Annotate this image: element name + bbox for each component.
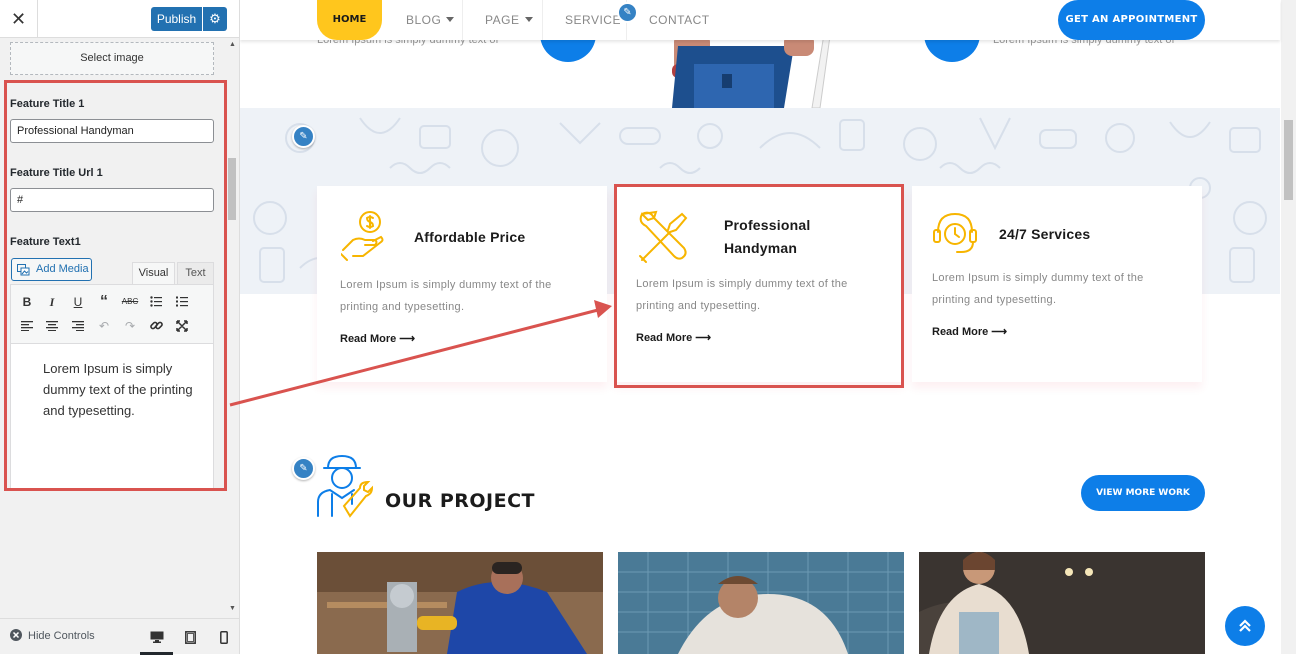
plumber-photo-image bbox=[317, 552, 603, 654]
scroll-up-arrow-icon[interactable]: ▲ bbox=[226, 38, 239, 52]
select-image-button[interactable]: Select image bbox=[10, 42, 214, 75]
edit-shortcut-pencil-icon[interactable]: ✎ bbox=[292, 457, 315, 480]
scroll-to-top-button[interactable] bbox=[1225, 606, 1265, 646]
hide-controls-button[interactable]: Hide Controls bbox=[10, 629, 95, 642]
double-chevron-up-icon bbox=[1239, 619, 1251, 632]
section-title: OUR PROJECT bbox=[385, 490, 535, 512]
customizer-header: ✕ Publish ⚙ bbox=[0, 0, 239, 38]
edit-shortcut-pencil-icon[interactable]: ✎ bbox=[617, 2, 638, 23]
publish-button[interactable]: Publish bbox=[151, 7, 202, 31]
site-header: HOME BLOG PAGE SERVICE CONTACT GET AN AP… bbox=[240, 0, 1280, 40]
feature-text: Lorem Ipsum is simply dummy text of the … bbox=[340, 279, 552, 313]
preview-scrollbar[interactable] bbox=[1281, 0, 1296, 654]
nav-home[interactable]: HOME bbox=[317, 0, 382, 40]
project-photo-plumber[interactable] bbox=[317, 552, 603, 654]
scroll-down-arrow-icon[interactable]: ▼ bbox=[226, 602, 239, 616]
preview-scrollbar-thumb[interactable] bbox=[1284, 120, 1293, 200]
read-more-link[interactable]: Read More ⟶ bbox=[340, 332, 415, 345]
hide-controls-label: Hide Controls bbox=[28, 630, 95, 642]
hide-controls-icon bbox=[10, 629, 22, 641]
publish-settings-gear-icon[interactable]: ⚙ bbox=[203, 7, 227, 31]
site-preview: Lorem Ipsum is simply dummy text of Lore… bbox=[240, 0, 1296, 654]
close-customizer-button[interactable]: ✕ bbox=[0, 0, 38, 38]
support-headset-clock-icon bbox=[933, 212, 977, 253]
nav-service[interactable]: SERVICE bbox=[565, 0, 621, 40]
project-photo-painter[interactable] bbox=[919, 552, 1205, 654]
painter-photo-image bbox=[919, 552, 1205, 654]
nav-divider bbox=[462, 0, 463, 40]
mobile-preview-icon[interactable] bbox=[207, 619, 240, 655]
price-hand-coin-icon bbox=[341, 211, 384, 261]
blog-chevron-down-icon[interactable] bbox=[446, 17, 454, 22]
handyman-worker-icon bbox=[317, 454, 374, 518]
customizer-scrollbar[interactable] bbox=[226, 38, 239, 616]
project-photo-tiler[interactable] bbox=[618, 552, 904, 654]
nav-contact[interactable]: CONTACT bbox=[649, 0, 710, 40]
nav-divider bbox=[542, 0, 543, 40]
get-appointment-button[interactable]: GET AN APPOINTMENT bbox=[1058, 0, 1205, 40]
page-chevron-down-icon[interactable] bbox=[525, 17, 533, 22]
feature-card: Affordable Price Lorem Ipsum is simply d… bbox=[317, 186, 607, 382]
edit-shortcut-pencil-icon[interactable]: ✎ bbox=[292, 125, 315, 148]
highlight-box-customizer bbox=[4, 80, 227, 491]
customizer-panel: ✕ Publish ⚙ Select image Feature Title 1… bbox=[0, 0, 240, 655]
feature-text: Lorem Ipsum is simply dummy text of the … bbox=[932, 272, 1144, 306]
feature-title: Affordable Price bbox=[414, 229, 526, 245]
desktop-preview-icon[interactable] bbox=[140, 619, 173, 655]
hero-worker-image bbox=[672, 34, 831, 108]
tiler-photo-image bbox=[618, 552, 904, 654]
customizer-footer: Hide Controls bbox=[0, 618, 240, 655]
customizer-scrollbar-thumb[interactable] bbox=[228, 158, 236, 220]
tablet-preview-icon[interactable] bbox=[174, 619, 207, 655]
view-more-work-button[interactable]: VIEW MORE WORK bbox=[1081, 475, 1205, 511]
nav-blog[interactable]: BLOG bbox=[406, 0, 441, 40]
nav-page[interactable]: PAGE bbox=[485, 0, 519, 40]
read-more-link[interactable]: Read More ⟶ bbox=[932, 325, 1007, 338]
highlight-box-preview bbox=[614, 184, 904, 388]
feature-card: 24/7 Services Lorem Ipsum is simply dumm… bbox=[912, 186, 1202, 382]
feature-title: 24/7 Services bbox=[999, 226, 1091, 242]
